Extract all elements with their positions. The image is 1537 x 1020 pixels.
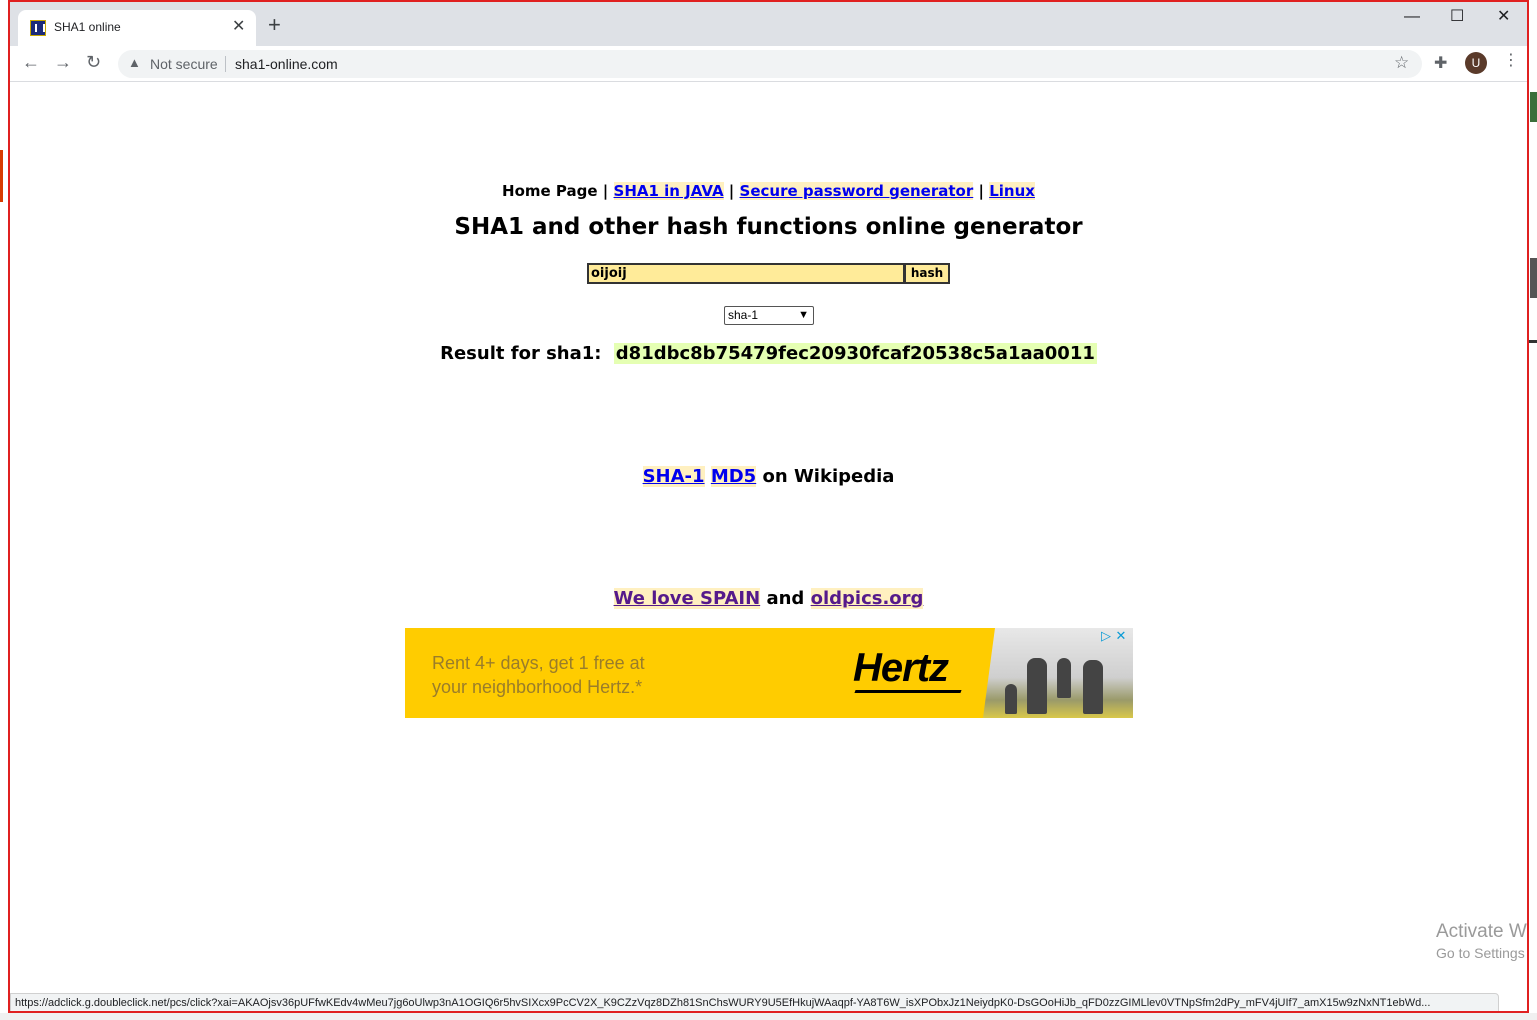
- site-favicon-icon: [30, 20, 46, 36]
- linux-link[interactable]: Linux: [989, 182, 1035, 200]
- hertz-logo-underline: [854, 690, 962, 693]
- url-text[interactable]: sha1-online.com: [235, 56, 338, 72]
- desktop-right-edge: [1529, 0, 1537, 1020]
- we-love-spain-link[interactable]: We love SPAIN: [613, 588, 761, 609]
- activate-line-1: Activate Windows: [1436, 921, 1527, 942]
- hertz-ad-banner[interactable]: Rent 4+ days, get 1 free at your neighbo…: [405, 628, 1133, 718]
- tab-strip: SHA1 online ✕ + — ☐ ✕: [10, 2, 1527, 46]
- page-title: SHA1 and other hash functions online gen…: [454, 214, 1083, 240]
- and-text: and: [766, 588, 805, 609]
- profile-avatar[interactable]: U: [1465, 52, 1487, 74]
- tab-close-icon[interactable]: ✕: [232, 18, 245, 36]
- bookmark-star-icon[interactable]: ☆: [1394, 53, 1409, 73]
- back-button[interactable]: ←: [22, 52, 40, 72]
- warning-triangle-icon[interactable]: ▲: [128, 55, 141, 70]
- desktop-edge-accent: [1529, 340, 1537, 343]
- wikipedia-suffix: on Wikipedia: [762, 466, 895, 487]
- forward-button[interactable]: →: [54, 52, 72, 72]
- address-bar[interactable]: ▲ Not secure sha1-online.com ☆: [118, 50, 1422, 78]
- oldpics-link[interactable]: oldpics.org: [810, 588, 924, 609]
- nav-separator: |: [728, 182, 735, 200]
- desktop-edge-accent: [0, 150, 3, 202]
- page-content: Home Page | SHA1 in JAVA | Secure passwo…: [10, 83, 1527, 1011]
- ad-choices-icon[interactable]: ▷ ✕: [1101, 629, 1126, 644]
- desktop-bottom-edge: [0, 1013, 1537, 1020]
- tab-sha1-online[interactable]: SHA1 online ✕: [18, 10, 256, 46]
- status-bar-url: https://adclick.g.doubleclick.net/pcs/cl…: [10, 993, 1499, 1011]
- result-label: Result for sha1:: [440, 343, 602, 364]
- activate-line-2: Go to Settings to activate Windows.: [1436, 945, 1527, 961]
- hash-button[interactable]: hash: [904, 263, 950, 284]
- desktop-edge-accent: [1530, 92, 1537, 122]
- close-window-button[interactable]: ✕: [1497, 8, 1510, 26]
- address-separator: [225, 56, 226, 72]
- photo-figure: [1005, 684, 1017, 714]
- hertz-logo: Hertz: [853, 646, 949, 690]
- photo-figure: [1027, 658, 1047, 714]
- ad-copy: Rent 4+ days, get 1 free at your neighbo…: [432, 651, 732, 699]
- new-tab-button[interactable]: +: [268, 14, 281, 36]
- extensions-puzzle-icon[interactable]: ✚: [1434, 53, 1447, 73]
- sha1-java-link[interactable]: SHA1 in JAVA: [613, 182, 724, 200]
- browser-menu-icon[interactable]: ⋮: [1503, 51, 1519, 71]
- ad-line-1: Rent 4+ days, get 1 free at: [432, 653, 645, 673]
- desktop-left-edge: [0, 0, 8, 1020]
- nav-separator: |: [978, 182, 984, 200]
- password-generator-link[interactable]: Secure password generator: [739, 182, 974, 200]
- site-nav: Home Page | SHA1 in JAVA | Secure passwo…: [10, 182, 1527, 200]
- windows-activation-watermark: Activate Windows Go to Settings to activ…: [1436, 921, 1527, 961]
- tab-title: SHA1 online: [54, 20, 121, 34]
- browser-window: SHA1 online ✕ + — ☐ ✕ ← → ↻ ▲ Not secure…: [8, 0, 1529, 1013]
- chevron-down-icon: ▼: [798, 309, 809, 321]
- maximize-button[interactable]: ☐: [1450, 8, 1464, 26]
- reload-button[interactable]: ↻: [86, 52, 101, 72]
- photo-figure: [1057, 658, 1071, 698]
- photo-figure: [1083, 660, 1103, 714]
- desktop-edge-accent: [1530, 258, 1537, 298]
- sha1-wikipedia-link[interactable]: SHA-1: [642, 466, 705, 487]
- wikipedia-links: SHA-1 MD5 on Wikipedia: [10, 466, 1527, 487]
- ad-line-2: your neighborhood Hertz.*: [432, 677, 643, 697]
- algorithm-select[interactable]: sha-1 ▼: [724, 306, 814, 325]
- result-line: Result for sha1: d81dbc8b75479fec20930fc…: [10, 343, 1527, 364]
- browser-toolbar: ← → ↻ ▲ Not secure sha1-online.com ☆ ✚ U…: [10, 46, 1527, 82]
- minimize-button[interactable]: —: [1404, 8, 1420, 26]
- home-page-label: Home Page: [502, 182, 598, 200]
- result-hash-value: d81dbc8b75479fec20930fcaf20538c5a1aa0011: [613, 343, 1097, 364]
- hash-text-input[interactable]: oijoij: [587, 263, 905, 284]
- security-label[interactable]: Not secure: [150, 56, 218, 72]
- md5-wikipedia-link[interactable]: MD5: [710, 466, 757, 487]
- promo-links: We love SPAIN and oldpics.org: [10, 588, 1527, 609]
- nav-separator: |: [602, 182, 609, 200]
- algorithm-selected-value: sha-1: [728, 308, 759, 322]
